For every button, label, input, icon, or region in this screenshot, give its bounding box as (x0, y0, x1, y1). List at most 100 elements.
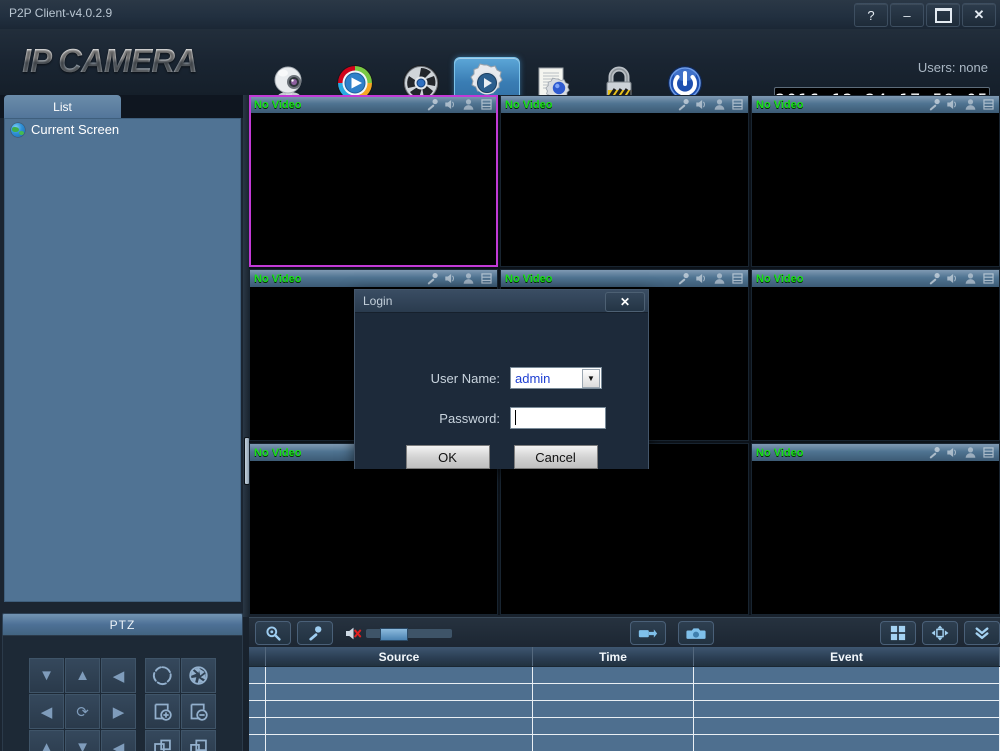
ptz-up-right-button[interactable]: ▲ (29, 730, 64, 751)
table-row[interactable] (249, 718, 1000, 735)
left-panel: List Current Screen PTZ ▼ ▲ ◀ ◀ ⟳ ▶ ▲ ▼ … (0, 95, 243, 751)
video-cell-header: No Video (752, 270, 999, 287)
video-cell[interactable]: No Video (751, 95, 1000, 267)
login-dialog-close-button[interactable]: ✕ (605, 292, 645, 312)
speaker-icon[interactable] (946, 446, 959, 459)
video-toolbar (249, 617, 1000, 648)
layout-icon[interactable] (982, 272, 995, 285)
person-icon[interactable] (964, 272, 977, 285)
table-row[interactable] (249, 701, 1000, 718)
volume-control[interactable] (345, 626, 452, 641)
video-cell[interactable]: No Video (751, 443, 1000, 615)
person-icon[interactable] (713, 272, 726, 285)
list-item-current-screen[interactable]: Current Screen (5, 119, 240, 140)
ptz-zoom-out-button[interactable] (181, 730, 216, 751)
ptz-auto-scan-button[interactable]: ⟳ (65, 694, 100, 729)
ptz-up-left-button[interactable]: ◀ (101, 658, 136, 693)
cell-index (249, 735, 266, 751)
cell-index (249, 684, 266, 700)
ptz-down-left-button[interactable]: ▼ (29, 658, 64, 693)
person-icon[interactable] (964, 446, 977, 459)
mic-icon[interactable] (426, 98, 439, 111)
ok-button[interactable]: OK (406, 445, 490, 469)
person-icon[interactable] (713, 98, 726, 111)
ptz-focus-far-button[interactable] (181, 694, 216, 729)
column-header-event[interactable]: Event (694, 647, 1000, 666)
layout-icon[interactable] (982, 98, 995, 111)
digital-zoom-button[interactable] (255, 621, 291, 645)
speaker-icon[interactable] (695, 98, 708, 111)
username-select[interactable]: admin ▼ (510, 367, 602, 389)
maximize-button[interactable] (926, 3, 960, 27)
video-cell-header: No Video (752, 444, 999, 461)
column-header-time[interactable]: Time (533, 647, 694, 666)
speaker-icon[interactable] (444, 98, 457, 111)
ptz-down-button[interactable]: ▼ (65, 730, 100, 751)
mic-icon[interactable] (677, 98, 690, 111)
ptz-down-right-button[interactable]: ◀ (101, 730, 136, 751)
cancel-button[interactable]: Cancel (514, 445, 598, 469)
volume-slider-knob[interactable] (380, 628, 408, 641)
volume-slider[interactable] (366, 629, 452, 638)
table-row[interactable] (249, 735, 1000, 751)
layout-icon[interactable] (731, 98, 744, 111)
speaker-icon[interactable] (946, 98, 959, 111)
camera-icon (686, 626, 706, 640)
fullscreen-button[interactable] (922, 621, 958, 645)
video-cell[interactable]: No Video (751, 269, 1000, 441)
ptz-iris-close-button[interactable] (181, 658, 216, 693)
tab-list[interactable]: List (4, 95, 121, 118)
video-status-label: No Video (254, 447, 301, 459)
layout-button[interactable] (880, 621, 916, 645)
chevron-down-icon[interactable]: ▼ (582, 369, 600, 388)
video-cell-icons (928, 446, 995, 459)
table-row[interactable] (249, 684, 1000, 701)
help-button[interactable]: ? (854, 3, 888, 27)
layout-icon[interactable] (731, 272, 744, 285)
ptz-zoom-in-button[interactable] (145, 730, 180, 751)
person-icon[interactable] (462, 98, 475, 111)
video-cell[interactable]: No Video (249, 95, 498, 267)
speaker-icon[interactable] (444, 272, 457, 285)
column-header-source[interactable]: Source (266, 647, 533, 666)
ptz-focus-near-button[interactable] (145, 694, 180, 729)
ptz-up-button[interactable]: ▲ (65, 658, 100, 693)
person-icon[interactable] (964, 98, 977, 111)
layout-icon[interactable] (480, 272, 493, 285)
cell-event (694, 684, 1000, 700)
mic-icon[interactable] (928, 446, 941, 459)
mic-icon[interactable] (928, 98, 941, 111)
talk-button[interactable] (297, 621, 333, 645)
login-dialog-titlebar: Login ✕ (355, 290, 648, 313)
video-status-label: No Video (756, 273, 803, 285)
aperture-open-icon (152, 665, 173, 686)
speaker-icon[interactable] (946, 272, 959, 285)
speaker-icon[interactable] (695, 272, 708, 285)
table-row[interactable] (249, 667, 1000, 684)
password-input[interactable] (510, 407, 606, 429)
mic-icon[interactable] (928, 272, 941, 285)
close-button[interactable]: ✕ (962, 3, 996, 27)
layout-icon[interactable] (480, 98, 493, 111)
mic-icon[interactable] (677, 272, 690, 285)
device-list[interactable]: Current Screen (4, 118, 241, 602)
snapshot-button[interactable] (678, 621, 714, 645)
video-cell[interactable]: No Video (500, 95, 749, 267)
collapse-button[interactable] (964, 621, 1000, 645)
column-header-index[interactable] (249, 647, 266, 666)
video-cell-header: No Video (501, 270, 748, 287)
layout-icon[interactable] (982, 446, 995, 459)
microphone-icon (307, 625, 323, 641)
ptz-left-button[interactable]: ◀ (29, 694, 64, 729)
ptz-iris-open-button[interactable] (145, 658, 180, 693)
mic-icon[interactable] (426, 272, 439, 285)
list-item-label: Current Screen (31, 122, 119, 137)
cell-event (694, 718, 1000, 734)
ptz-right-button[interactable]: ▶ (101, 694, 136, 729)
minimize-button[interactable]: – (890, 3, 924, 27)
person-icon[interactable] (462, 272, 475, 285)
record-button[interactable] (630, 621, 666, 645)
login-dialog-title: Login (363, 294, 392, 308)
ptz-section-header[interactable]: PTZ (2, 613, 243, 637)
cell-source (266, 718, 533, 734)
